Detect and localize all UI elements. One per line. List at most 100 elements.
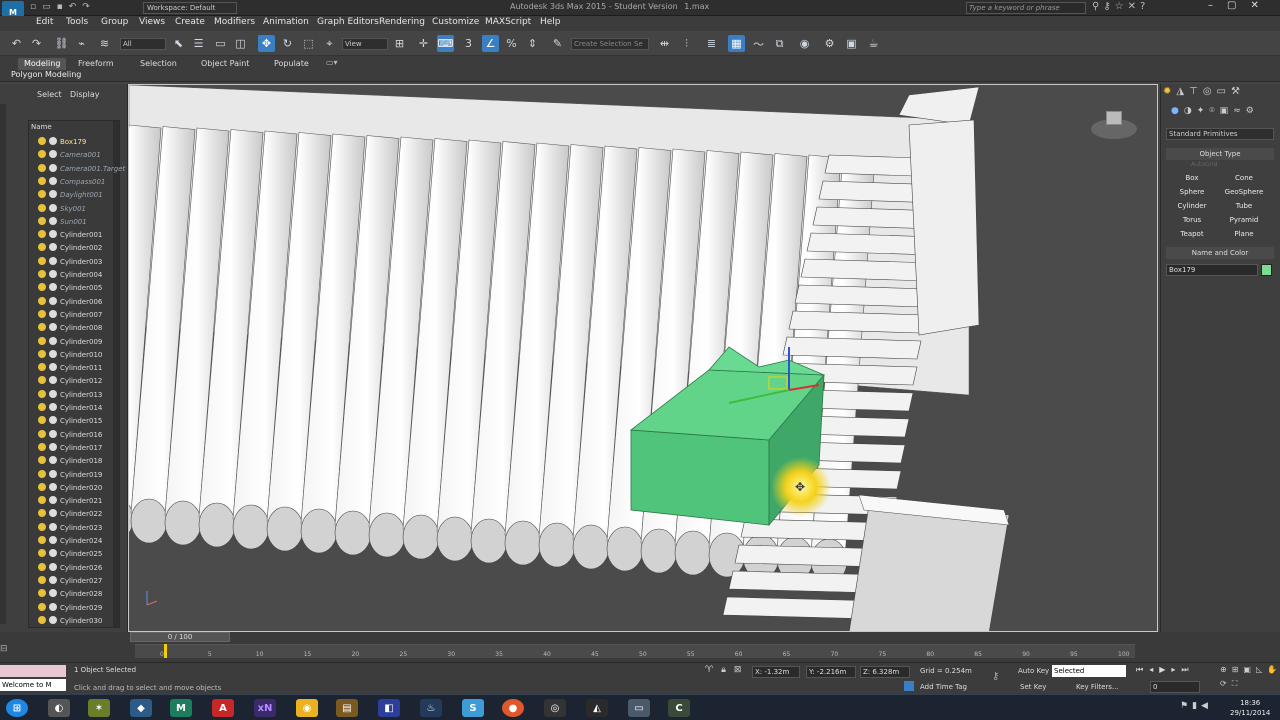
spinner-snap-icon[interactable]: ⇕	[524, 35, 541, 52]
scene-row[interactable]: Cylinder018	[38, 455, 118, 468]
auto-key-button[interactable]: Auto Key	[1018, 667, 1049, 675]
key-mode-icon[interactable]: ⚷	[992, 671, 999, 682]
scene-row[interactable]: Cylinder003	[38, 256, 118, 269]
visibility-bulb-icon[interactable]	[38, 163, 46, 172]
skype-icon[interactable]: S	[462, 699, 484, 717]
scene-row[interactable]: Cylinder019	[38, 469, 118, 482]
scene-row[interactable]: Cylinder022	[38, 508, 118, 521]
sphere-button[interactable]: Sphere	[1168, 186, 1216, 198]
scene-row[interactable]: Cylinder008	[38, 322, 118, 335]
scene-row[interactable]: Cylinder013	[38, 389, 118, 402]
column-header-name[interactable]: Name	[31, 123, 52, 131]
material-editor-icon[interactable]: ◉	[796, 35, 813, 52]
x-coordinate-field[interactable]: X: -1.32m	[752, 666, 800, 678]
tab-display[interactable]: Display	[70, 90, 100, 99]
cylinder-button[interactable]: Cylinder	[1168, 200, 1216, 212]
visibility-bulb-icon[interactable]	[38, 150, 46, 159]
selection-filter-dropdown[interactable]: All	[120, 38, 166, 50]
visibility-bulb-icon[interactable]	[38, 589, 46, 598]
visibility-bulb-icon[interactable]	[38, 442, 46, 451]
tray-network-icon[interactable]: ▮	[1192, 701, 1197, 711]
blender-icon[interactable]: ◎	[544, 699, 566, 717]
visibility-bulb-icon[interactable]	[38, 270, 46, 278]
add-time-tag[interactable]: Add Time Tag	[920, 683, 967, 691]
time-slider[interactable]: 0 / 100	[130, 632, 230, 642]
scene-row[interactable]: Cylinder027	[38, 575, 118, 588]
display-tab-icon[interactable]: ▭	[1217, 86, 1226, 97]
screen-recorder-icon[interactable]: ▭	[628, 699, 650, 717]
visibility-bulb-icon[interactable]	[38, 216, 46, 225]
box-button[interactable]: Box	[1168, 172, 1216, 184]
listener-output[interactable]: Welcome to M	[0, 679, 66, 691]
mirror-icon[interactable]: ⇹	[656, 35, 673, 52]
visibility-bulb-icon[interactable]	[38, 190, 46, 199]
explorer-icon[interactable]: ◐	[48, 699, 70, 717]
visibility-bulb-icon[interactable]	[38, 602, 46, 611]
visibility-bulb-icon[interactable]	[38, 482, 46, 491]
tube-button[interactable]: Tube	[1220, 200, 1268, 212]
visibility-bulb-icon[interactable]	[38, 243, 46, 252]
goto-end-icon[interactable]: ⏭	[1181, 665, 1188, 675]
new-file-icon[interactable]: ▫	[30, 2, 36, 12]
undo-icon[interactable]: ↶	[69, 2, 77, 12]
visibility-bulb-icon[interactable]	[38, 256, 46, 265]
perspective-viewport[interactable]: ✥	[128, 84, 1158, 632]
select-object-icon[interactable]: ⬉	[170, 35, 187, 52]
visibility-bulb-icon[interactable]	[38, 509, 46, 518]
binoculars-icon[interactable]: ⚲	[1092, 1, 1099, 12]
visibility-bulb-icon[interactable]	[38, 336, 46, 345]
select-move-icon[interactable]: ✥	[258, 35, 275, 52]
autogrid-checkbox[interactable]: AutoGrid	[1191, 161, 1218, 168]
scene-row[interactable]: Cylinder025	[38, 548, 118, 561]
isolate-icon[interactable]: ♈	[705, 665, 713, 675]
select-by-name-icon[interactable]: ☰	[190, 35, 207, 52]
scene-row[interactable]: Cylinder026	[38, 562, 118, 575]
redo-icon[interactable]: ↷	[82, 2, 90, 12]
tray-flag-icon[interactable]: ⚑	[1180, 701, 1188, 711]
scene-row[interactable]: Cylinder006	[38, 296, 118, 309]
ribbon-options-icon[interactable]: ▭▾	[326, 58, 338, 67]
menu-create[interactable]: Create	[175, 17, 205, 27]
lock-icon[interactable]: 🔒︎	[721, 665, 726, 675]
visibility-bulb-icon[interactable]	[38, 562, 46, 571]
scene-row[interactable]: Cylinder017	[38, 442, 118, 455]
visibility-bulb-icon[interactable]	[38, 203, 46, 212]
help-icon[interactable]: ?	[1140, 1, 1145, 12]
bind-space-warp-icon[interactable]: ≋	[96, 35, 113, 52]
ribbon-tab-selection[interactable]: Selection	[134, 58, 183, 70]
scene-row[interactable]: Cylinder010	[38, 349, 118, 362]
visibility-bulb-icon[interactable]	[38, 363, 46, 372]
snaps-toggle-icon[interactable]: 3	[460, 35, 477, 52]
scene-row[interactable]: Cylinder014	[38, 402, 118, 415]
scene-row[interactable]: Cylinder015	[38, 415, 118, 428]
scene-row[interactable]: Sun001	[38, 216, 118, 229]
visibility-bulb-icon[interactable]	[38, 349, 46, 358]
orbit-icon[interactable]: ⟳	[1220, 679, 1227, 689]
chrome-icon[interactable]: ◉	[296, 699, 318, 717]
scene-row[interactable]: Cylinder021	[38, 495, 118, 508]
open-file-icon[interactable]: ▭	[42, 2, 51, 12]
camtasia-icon[interactable]: C	[668, 699, 690, 717]
menu-graph-editors[interactable]: Graph Editors	[317, 17, 379, 27]
steam-icon[interactable]: ♨	[420, 699, 442, 717]
create-tab-icon[interactable]: ✹	[1163, 86, 1171, 97]
maxscript-mini-listener[interactable]	[0, 665, 66, 677]
start-button-icon[interactable]: ⊞	[6, 699, 28, 717]
scene-row[interactable]: Camera001	[38, 149, 118, 162]
goto-start-icon[interactable]: ⏮	[1136, 665, 1143, 675]
menu-tools[interactable]: Tools	[66, 17, 88, 27]
selection-set-dropdown[interactable]: Selected	[1052, 665, 1126, 677]
visibility-bulb-icon[interactable]	[38, 496, 46, 505]
visibility-bulb-icon[interactable]	[38, 536, 46, 544]
menu-help[interactable]: Help	[540, 17, 561, 27]
schematic-view-icon[interactable]: ⧉	[771, 35, 788, 52]
scene-row[interactable]: Cylinder012	[38, 375, 118, 388]
ref-coord-dropdown[interactable]: View	[342, 38, 388, 50]
shapes-icon[interactable]: ◑	[1184, 106, 1192, 116]
keyboard-shortcut-icon[interactable]: ⌨	[437, 35, 454, 52]
visibility-bulb-icon[interactable]	[38, 575, 46, 584]
motion-tab-icon[interactable]: ◎	[1203, 86, 1212, 97]
geometry-icon[interactable]: ●	[1171, 106, 1179, 116]
visibility-bulb-icon[interactable]	[38, 549, 46, 558]
scene-row[interactable]: Cylinder007	[38, 309, 118, 322]
